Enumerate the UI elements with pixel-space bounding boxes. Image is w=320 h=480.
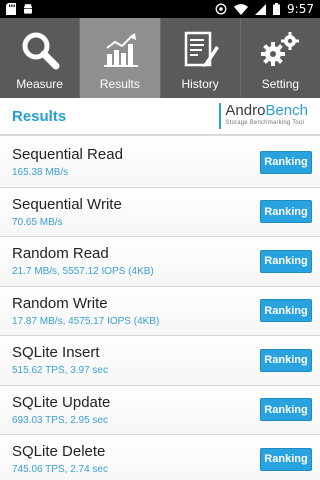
ranking-button[interactable]: Ranking [260, 398, 312, 422]
logo-subtitle: Storage Benchmarking Tool [225, 120, 305, 126]
result-value: 165.38 MB/s [12, 167, 69, 179]
android-icon [22, 3, 34, 15]
result-value: 21.7 MB/s, 5557.12 IOPS (4KB) [12, 266, 154, 278]
result-value: 745.06 TPS, 2.74 sec [12, 464, 108, 476]
result-title: SQLite Update [12, 393, 111, 411]
sd-card-icon [6, 3, 16, 15]
results-list: Sequential Read 165.38 MB/s Ranking Sequ… [0, 138, 320, 480]
magnifier-icon [18, 28, 62, 72]
result-title: Sequential Read [12, 146, 123, 164]
clock: 9:57 [287, 2, 314, 16]
ranking-button[interactable]: Ranking [260, 150, 312, 174]
battery-icon [273, 3, 281, 15]
tab-label: Results [99, 77, 140, 91]
result-title: SQLite Delete [12, 443, 106, 461]
tab-label: Measure [16, 77, 63, 91]
results-header: Results AndroBench Storage Benchmarking … [0, 98, 320, 136]
result-value: 693.03 TPS, 2.95 sec [12, 414, 108, 426]
result-value: 70.65 MB/s [12, 216, 63, 228]
list-item-random-write: Random Write 17.87 MB/s, 4575.17 IOPS (4… [0, 286, 320, 336]
logo-bar [219, 103, 222, 129]
result-title: Random Write [12, 294, 108, 312]
ranking-button[interactable]: Ranking [260, 299, 312, 323]
list-item-sqlite-update: SQLite Update 693.03 TPS, 2.95 sec Ranki… [0, 385, 320, 435]
tab-history[interactable]: History [161, 18, 241, 98]
ranking-button[interactable]: Ranking [260, 447, 312, 471]
wifi-icon [234, 3, 249, 15]
result-title: SQLite Insert [12, 344, 100, 362]
result-value: 17.87 MB/s, 4575.17 IOPS (4KB) [12, 315, 160, 327]
gears-icon [258, 28, 302, 72]
result-title: Random Read [12, 245, 109, 263]
logo-andro: Andro [225, 102, 266, 119]
list-item-sqlite-delete: SQLite Delete 745.06 TPS, 2.74 sec Ranki… [0, 435, 320, 480]
list-item-sequential-write: Sequential Write 70.65 MB/s Ranking [0, 187, 320, 237]
tab-label: History [181, 77, 219, 91]
tab-measure[interactable]: Measure [0, 18, 81, 98]
result-title: Sequential Write [12, 195, 122, 213]
ranking-button[interactable]: Ranking [260, 348, 312, 372]
signal-icon [255, 3, 267, 15]
status-bar: 9:57 [0, 0, 320, 18]
androbench-logo: AndroBench Storage Benchmarking Tool [219, 103, 308, 129]
tab-results[interactable]: Results [80, 18, 161, 98]
result-value: 515.62 TPS, 3.97 sec [12, 365, 108, 377]
page-title: Results [12, 107, 67, 125]
ranking-button[interactable]: Ranking [260, 200, 312, 224]
ranking-button[interactable]: Ranking [260, 249, 312, 273]
list-item-sequential-read: Sequential Read 165.38 MB/s Ranking [0, 138, 320, 188]
tab-bar: Measure Results History Setting [0, 18, 320, 98]
list-item-random-read: Random Read 21.7 MB/s, 5557.12 IOPS (4KB… [0, 237, 320, 287]
tab-label: Setting [261, 77, 300, 91]
notepad-icon [178, 28, 222, 72]
bar-chart-icon [98, 28, 142, 72]
alarm-icon [215, 3, 227, 15]
tab-setting[interactable]: Setting [241, 18, 320, 98]
list-item-sqlite-insert: SQLite Insert 515.62 TPS, 3.97 sec Ranki… [0, 336, 320, 386]
logo-bench: Bench [265, 102, 308, 119]
logo-text: AndroBench [225, 103, 308, 118]
